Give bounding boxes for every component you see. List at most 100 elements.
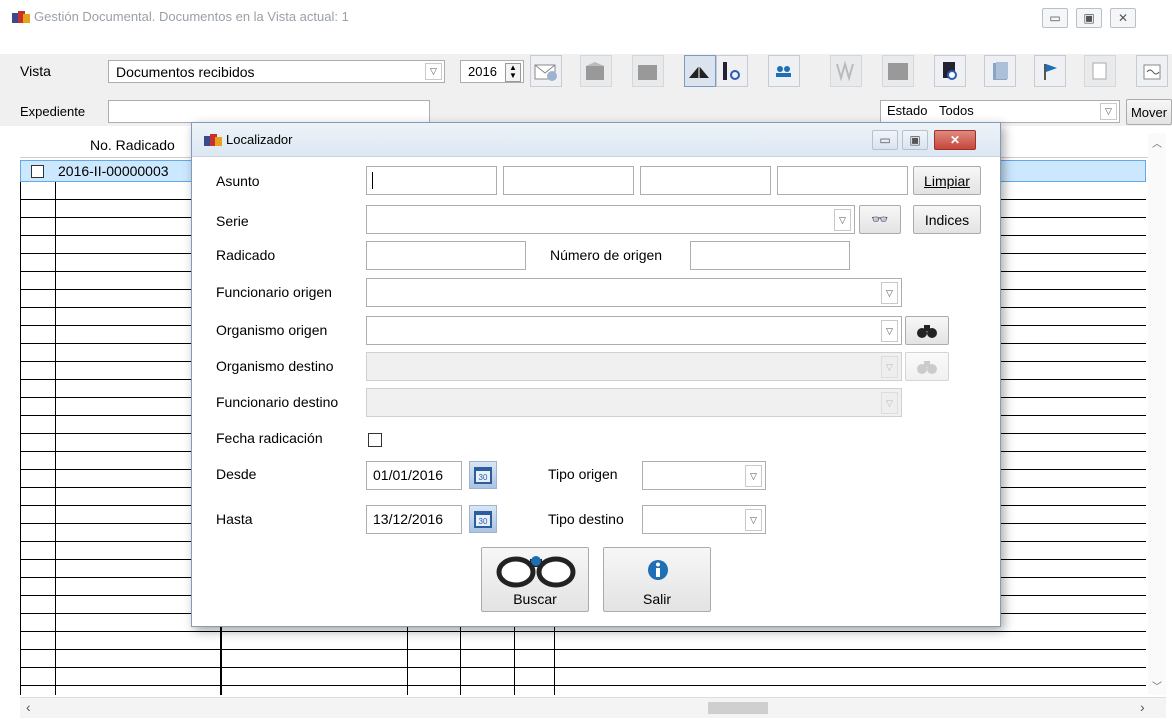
row-radicado: 2016-II-00000003: [58, 163, 169, 179]
binoculars-icon: [917, 360, 937, 374]
binoculars-icon: [496, 556, 576, 588]
chevron-down-icon: ▽: [881, 392, 898, 414]
asunto-field-2[interactable]: [503, 166, 634, 195]
workflow-button[interactable]: [830, 55, 862, 87]
hasta-field[interactable]: 13/12/2016: [366, 505, 462, 534]
empty-row-line: [20, 685, 1146, 686]
maximize-button[interactable]: ▣: [1076, 8, 1102, 28]
expediente-label: Expediente: [20, 104, 86, 119]
calendar-day-label: 30: [479, 517, 488, 526]
dialog-minimize-button[interactable]: ▭: [872, 130, 898, 150]
flag-icon: [1044, 64, 1057, 80]
book-button[interactable]: [684, 55, 716, 87]
hasta-value: 13/12/2016: [373, 511, 444, 527]
scroll-down-icon[interactable]: ﹀: [1152, 678, 1162, 693]
mover-button[interactable]: Mover: [1126, 99, 1172, 125]
horizontal-scrollbar[interactable]: ‹ ›: [20, 697, 1166, 718]
fecha-radicacion-checkbox[interactable]: [368, 433, 382, 447]
maximize-icon: ▣: [909, 133, 921, 147]
funcionario-destino-select[interactable]: ▽: [366, 388, 902, 417]
calendar-icon: 30: [474, 467, 492, 484]
funcionario-origen-select[interactable]: ▽: [366, 278, 902, 307]
organismo-destino-search-button[interactable]: [905, 352, 949, 381]
radicado-field[interactable]: [366, 241, 526, 270]
empty-row-line: [20, 649, 1146, 650]
desde-calendar-button[interactable]: 30: [469, 461, 497, 489]
grid-column-line: [20, 182, 21, 695]
export-button[interactable]: [1084, 55, 1116, 87]
vista-select[interactable]: Documentos recibidos ▽: [108, 60, 445, 83]
dialog-maximize-button[interactable]: ▣: [902, 130, 928, 150]
tipo-destino-label: Tipo destino: [548, 511, 624, 527]
desde-value: 01/01/2016: [373, 467, 444, 483]
chevron-down-icon: ▽: [745, 509, 762, 531]
organismo-destino-label: Organismo destino: [216, 358, 334, 374]
flag-button[interactable]: [1034, 55, 1066, 87]
preview-button[interactable]: [934, 55, 966, 87]
document-search-icon: [723, 62, 740, 80]
main-window-titlebar: Gestión Documental. Documentos en la Vis…: [0, 0, 1172, 54]
close-button[interactable]: ✕: [1110, 8, 1136, 28]
organismo-origen-select[interactable]: ▽: [366, 316, 902, 345]
app-icon: [204, 134, 222, 146]
asunto-field-3[interactable]: [640, 166, 771, 195]
binoculars-icon: 👓: [871, 211, 889, 227]
organismo-origen-search-button[interactable]: [905, 316, 949, 345]
year-value: 2016: [468, 64, 497, 79]
chevron-down-icon: ▽: [834, 209, 851, 231]
row-checkbox[interactable]: [31, 165, 44, 178]
archive-button[interactable]: [580, 55, 612, 87]
maximize-icon: ▣: [1083, 11, 1095, 25]
dialog-close-button[interactable]: ✕: [934, 130, 976, 150]
tipo-destino-select[interactable]: ▽: [642, 505, 766, 534]
estado-select[interactable]: Estado Todos ▽: [880, 100, 1120, 123]
numero-origen-field[interactable]: [690, 241, 850, 270]
vista-value: Documentos recibidos: [116, 64, 255, 80]
indices-button[interactable]: Indices: [913, 205, 981, 234]
mail-button[interactable]: [530, 55, 562, 87]
folder-button[interactable]: [632, 55, 664, 87]
salir-label: Salir: [642, 591, 671, 607]
salir-button[interactable]: Salir: [603, 547, 711, 612]
asunto-field-4[interactable]: [777, 166, 908, 195]
limpiar-button[interactable]: Limpiar: [913, 166, 981, 195]
spinner-icon[interactable]: ▲ ▼: [505, 63, 521, 82]
calendar-day-label: 30: [479, 473, 488, 482]
workflow-icon: [836, 60, 854, 82]
document-search-button[interactable]: [716, 55, 748, 87]
vertical-scrollbar[interactable]: ︿ ﹀: [1148, 133, 1166, 695]
year-spinner[interactable]: 2016 ▲ ▼: [460, 60, 524, 83]
info-icon: [648, 560, 668, 580]
calendar-icon: 30: [474, 511, 492, 528]
serie-select[interactable]: ▽: [366, 205, 855, 234]
mail-icon: [534, 64, 557, 81]
expediente-select[interactable]: [108, 100, 430, 123]
organismo-destino-select[interactable]: ▽: [366, 352, 902, 381]
book-icon: [689, 66, 709, 78]
scroll-right-icon[interactable]: ›: [1140, 699, 1145, 715]
users-button[interactable]: [768, 55, 800, 87]
text-cursor: [372, 172, 373, 189]
sign-button[interactable]: [1136, 55, 1168, 87]
fecha-radicacion-label: Fecha radicación: [216, 430, 323, 446]
scroll-left-icon[interactable]: ‹: [26, 699, 31, 715]
hasta-calendar-button[interactable]: 30: [469, 505, 497, 533]
chevron-down-icon: ▽: [881, 320, 898, 342]
funcionario-destino-label: Funcionario destino: [216, 394, 339, 410]
blank-button[interactable]: [882, 55, 914, 87]
scroll-up-icon[interactable]: ︿: [1152, 135, 1162, 150]
app-icon: [12, 11, 30, 23]
scroll-thumb[interactable]: [708, 702, 768, 714]
serie-search-button[interactable]: 👓: [859, 205, 901, 234]
close-icon: ✕: [1117, 11, 1129, 25]
tipo-origen-select[interactable]: ▽: [642, 461, 766, 490]
vista-label: Vista: [20, 63, 51, 79]
asunto-field-1[interactable]: [366, 166, 497, 195]
preview-icon: [943, 62, 957, 80]
buscar-button[interactable]: Buscar: [481, 547, 589, 612]
funcionario-origen-label: Funcionario origen: [216, 284, 332, 300]
buscar-label: Buscar: [513, 591, 557, 607]
stack-button[interactable]: [984, 55, 1016, 87]
desde-field[interactable]: 01/01/2016: [366, 461, 462, 490]
minimize-button[interactable]: ▭: [1042, 8, 1068, 28]
